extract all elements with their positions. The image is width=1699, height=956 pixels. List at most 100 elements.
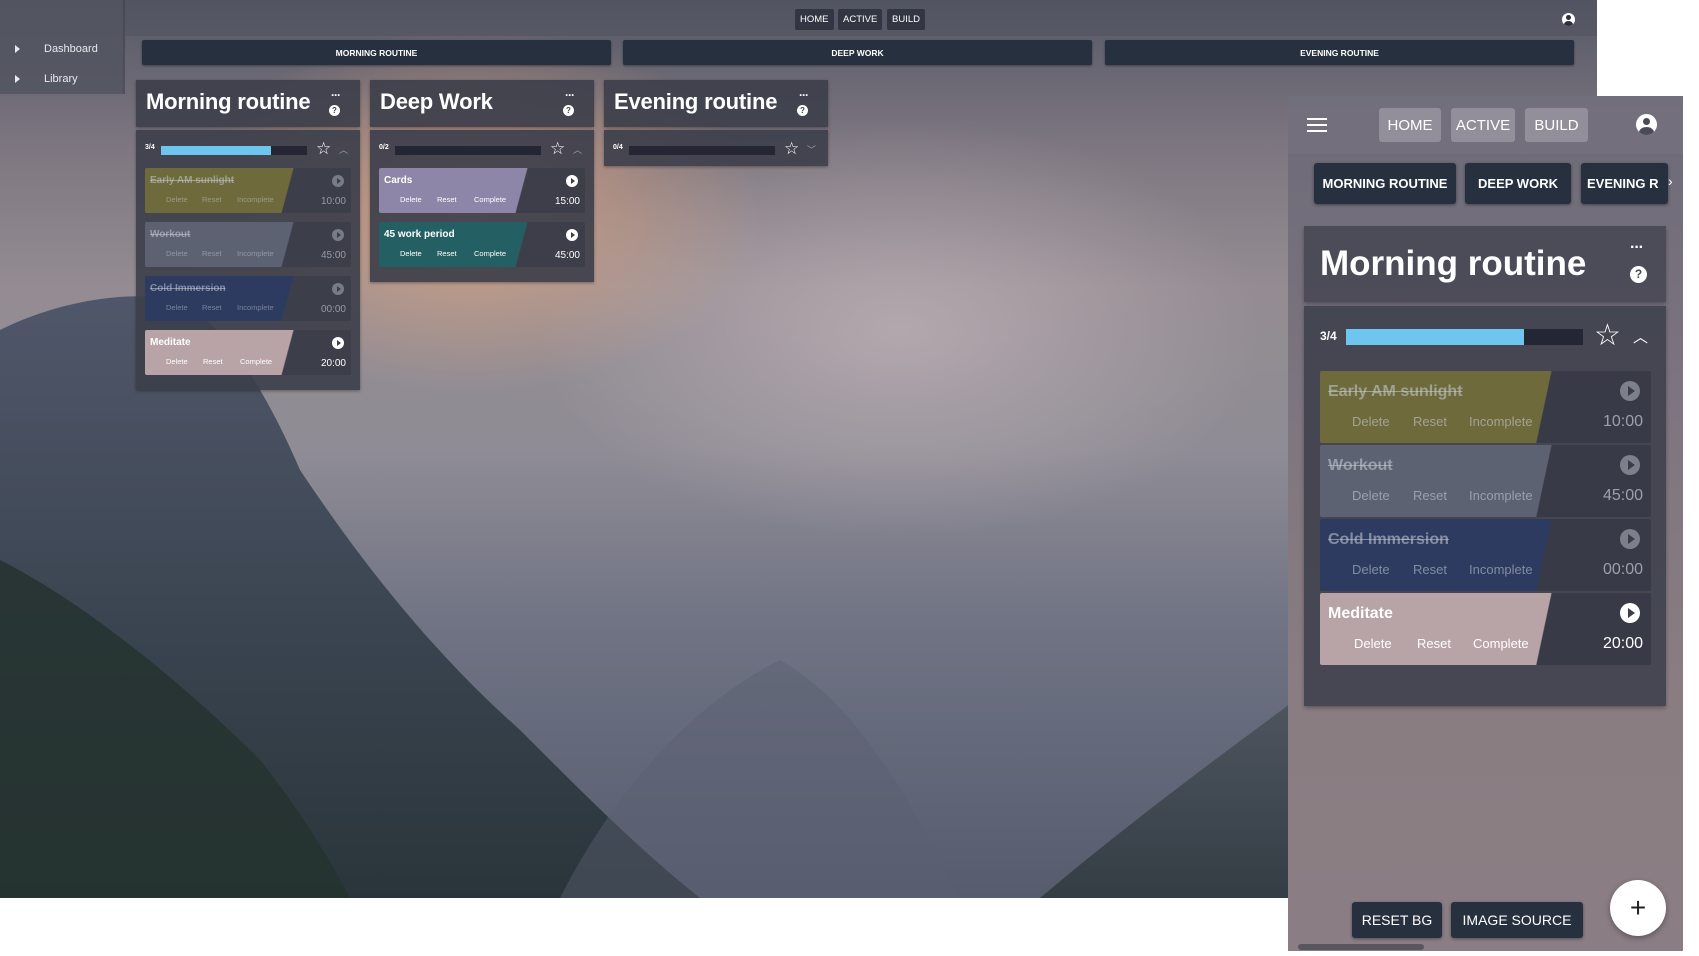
- nav-build-button[interactable]: BUILD: [1525, 108, 1588, 142]
- incomplete-button[interactable]: Incomplete: [1469, 414, 1533, 429]
- sidebar-item-library[interactable]: Library: [0, 65, 123, 93]
- task-card-workout[interactable]: Workout Delete Reset Incomplete 45:00: [1320, 445, 1651, 517]
- image-source-button[interactable]: IMAGE SOURCE: [1451, 902, 1583, 938]
- routine-tab-deep-work[interactable]: DEEP WORK: [623, 40, 1092, 65]
- task-card-cold-immersion[interactable]: Cold Immersion Delete Reset Incomplete 00:00: [1320, 519, 1651, 591]
- chevron-up-icon[interactable]: ︿: [339, 143, 348, 156]
- star-outline-icon[interactable]: ☆: [550, 140, 565, 157]
- routine-tab-deep-work[interactable]: DEEP WORK: [1465, 163, 1571, 204]
- task-card-cards[interactable]: Cards Delete Reset Complete 15:00: [379, 168, 585, 213]
- nav-active-button[interactable]: ACTIVE: [1451, 108, 1515, 142]
- routine-tab-morning[interactable]: MORNING ROUTINE: [1314, 163, 1456, 204]
- incomplete-button[interactable]: Incomplete: [1469, 488, 1533, 503]
- task-card-workout[interactable]: Workout Delete Reset Incomplete 45:00: [145, 222, 351, 267]
- delete-button[interactable]: Delete: [1352, 488, 1390, 503]
- reset-button[interactable]: Reset: [1417, 636, 1451, 651]
- progress-row: 0/2 ☆ ︿: [370, 130, 594, 166]
- reset-button[interactable]: Reset: [437, 195, 457, 204]
- complete-button[interactable]: Complete: [474, 249, 506, 258]
- task-card-45-work-period[interactable]: 45 work period Delete Reset Complete 45:00: [379, 222, 585, 267]
- delete-button[interactable]: Delete: [166, 195, 188, 204]
- play-circle-icon[interactable]: [1620, 381, 1640, 401]
- star-outline-icon[interactable]: ☆: [1594, 321, 1621, 351]
- play-circle-icon[interactable]: [566, 175, 578, 187]
- delete-button[interactable]: Delete: [1354, 636, 1392, 651]
- task-name: Meditate: [150, 337, 191, 348]
- routine-title: Morning routine: [146, 89, 311, 114]
- account-circle-icon[interactable]: [1562, 13, 1575, 26]
- star-outline-icon[interactable]: ☆: [316, 140, 331, 157]
- help-icon[interactable]: ?: [329, 105, 340, 116]
- complete-button[interactable]: Complete: [474, 195, 506, 204]
- nav-home-button[interactable]: HOME: [795, 9, 834, 30]
- help-icon[interactable]: ?: [797, 105, 808, 116]
- task-card-cold-immersion[interactable]: Cold Immersion Delete Reset Incomplete 00:00: [145, 276, 351, 321]
- task-time: 45:00: [1602, 487, 1643, 504]
- task-card-meditate[interactable]: Meditate Delete Reset Complete 20:00: [145, 330, 351, 375]
- incomplete-button[interactable]: Incomplete: [1469, 562, 1533, 577]
- routine-tab-morning[interactable]: MORNING ROUTINE: [142, 40, 611, 65]
- play-circle-icon[interactable]: [332, 283, 344, 295]
- delete-button[interactable]: Delete: [166, 249, 188, 258]
- reset-button[interactable]: Reset: [202, 195, 222, 204]
- incomplete-button[interactable]: Incomplete: [237, 195, 274, 204]
- incomplete-button[interactable]: Incomplete: [237, 249, 274, 258]
- account-circle-icon[interactable]: [1636, 114, 1657, 135]
- nav-active-button[interactable]: ACTIVE: [838, 9, 883, 30]
- more-dots-icon[interactable]: ···: [331, 88, 341, 102]
- progress-fill: [1346, 329, 1524, 345]
- chevron-up-icon[interactable]: ︿: [573, 143, 582, 156]
- routine-tab-evening[interactable]: EVENING ROUTINE: [1105, 40, 1574, 65]
- reset-button[interactable]: Reset: [1413, 488, 1447, 503]
- incomplete-button[interactable]: Incomplete: [237, 303, 274, 312]
- routine-body: 3/4 ☆ ︿ Early AM sunlight Delete Reset Inco…: [136, 130, 360, 390]
- task-time: 20:00: [1602, 635, 1643, 652]
- task-card-early-am-sunlight[interactable]: Early AM sunlight Delete Reset Incomplete 10…: [145, 168, 351, 213]
- more-dots-icon[interactable]: ···: [1630, 239, 1644, 257]
- play-circle-icon[interactable]: [566, 229, 578, 241]
- reset-button[interactable]: Reset: [1413, 562, 1447, 577]
- star-outline-icon[interactable]: ☆: [784, 140, 799, 157]
- delete-button[interactable]: Delete: [1352, 562, 1390, 577]
- routine-tab-evening[interactable]: EVENING R: [1581, 163, 1668, 204]
- delete-button[interactable]: Delete: [400, 249, 422, 258]
- reset-button[interactable]: Reset: [202, 249, 222, 258]
- reset-button[interactable]: Reset: [202, 303, 222, 312]
- chevron-right-icon[interactable]: ›: [1668, 173, 1673, 189]
- complete-button[interactable]: Complete: [240, 357, 272, 366]
- routine-card-evening: Evening routine ··· ? 0/4 ☆ ﹀: [604, 80, 828, 166]
- hamburger-icon[interactable]: [1307, 118, 1327, 132]
- progress-row: 0/4 ☆ ﹀: [604, 130, 828, 166]
- progress-count: 0/4: [613, 144, 623, 151]
- more-dots-icon[interactable]: ···: [565, 88, 575, 102]
- horizontal-scrollbar[interactable]: [1298, 944, 1424, 950]
- delete-button[interactable]: Delete: [1352, 414, 1390, 429]
- play-circle-icon[interactable]: [332, 337, 344, 349]
- play-circle-icon[interactable]: [1620, 529, 1640, 549]
- task-time: 00:00: [1602, 561, 1643, 578]
- delete-button[interactable]: Delete: [166, 303, 188, 312]
- task-card-early-am-sunlight[interactable]: Early AM sunlight Delete Reset Incomplete 10…: [1320, 371, 1651, 443]
- reset-button[interactable]: Reset: [1413, 414, 1447, 429]
- play-circle-icon[interactable]: [1620, 455, 1640, 475]
- complete-button[interactable]: Complete: [1473, 636, 1529, 651]
- reset-button[interactable]: Reset: [437, 249, 457, 258]
- nav-build-button[interactable]: BUILD: [887, 9, 925, 30]
- add-routine-button[interactable]: +: [1610, 880, 1666, 936]
- more-dots-icon[interactable]: ···: [799, 88, 809, 102]
- nav-home-button[interactable]: HOME: [1379, 108, 1441, 142]
- delete-button[interactable]: Delete: [166, 357, 188, 366]
- play-circle-icon[interactable]: [332, 175, 344, 187]
- task-card-meditate[interactable]: Meditate Delete Reset Complete 20:00: [1320, 593, 1651, 665]
- play-circle-icon[interactable]: [332, 229, 344, 241]
- help-icon[interactable]: ?: [1630, 266, 1647, 283]
- help-icon[interactable]: ?: [563, 105, 574, 116]
- chevron-down-icon[interactable]: ﹀: [807, 143, 816, 156]
- expand-arrow-icon: [15, 75, 20, 83]
- sidebar-item-dashboard[interactable]: Dashboard: [0, 35, 123, 63]
- reset-button[interactable]: Reset: [203, 357, 223, 366]
- reset-bg-button[interactable]: RESET BG: [1352, 902, 1442, 938]
- play-circle-icon[interactable]: [1620, 603, 1640, 623]
- delete-button[interactable]: Delete: [400, 195, 422, 204]
- chevron-up-icon[interactable]: ︿: [1633, 326, 1648, 347]
